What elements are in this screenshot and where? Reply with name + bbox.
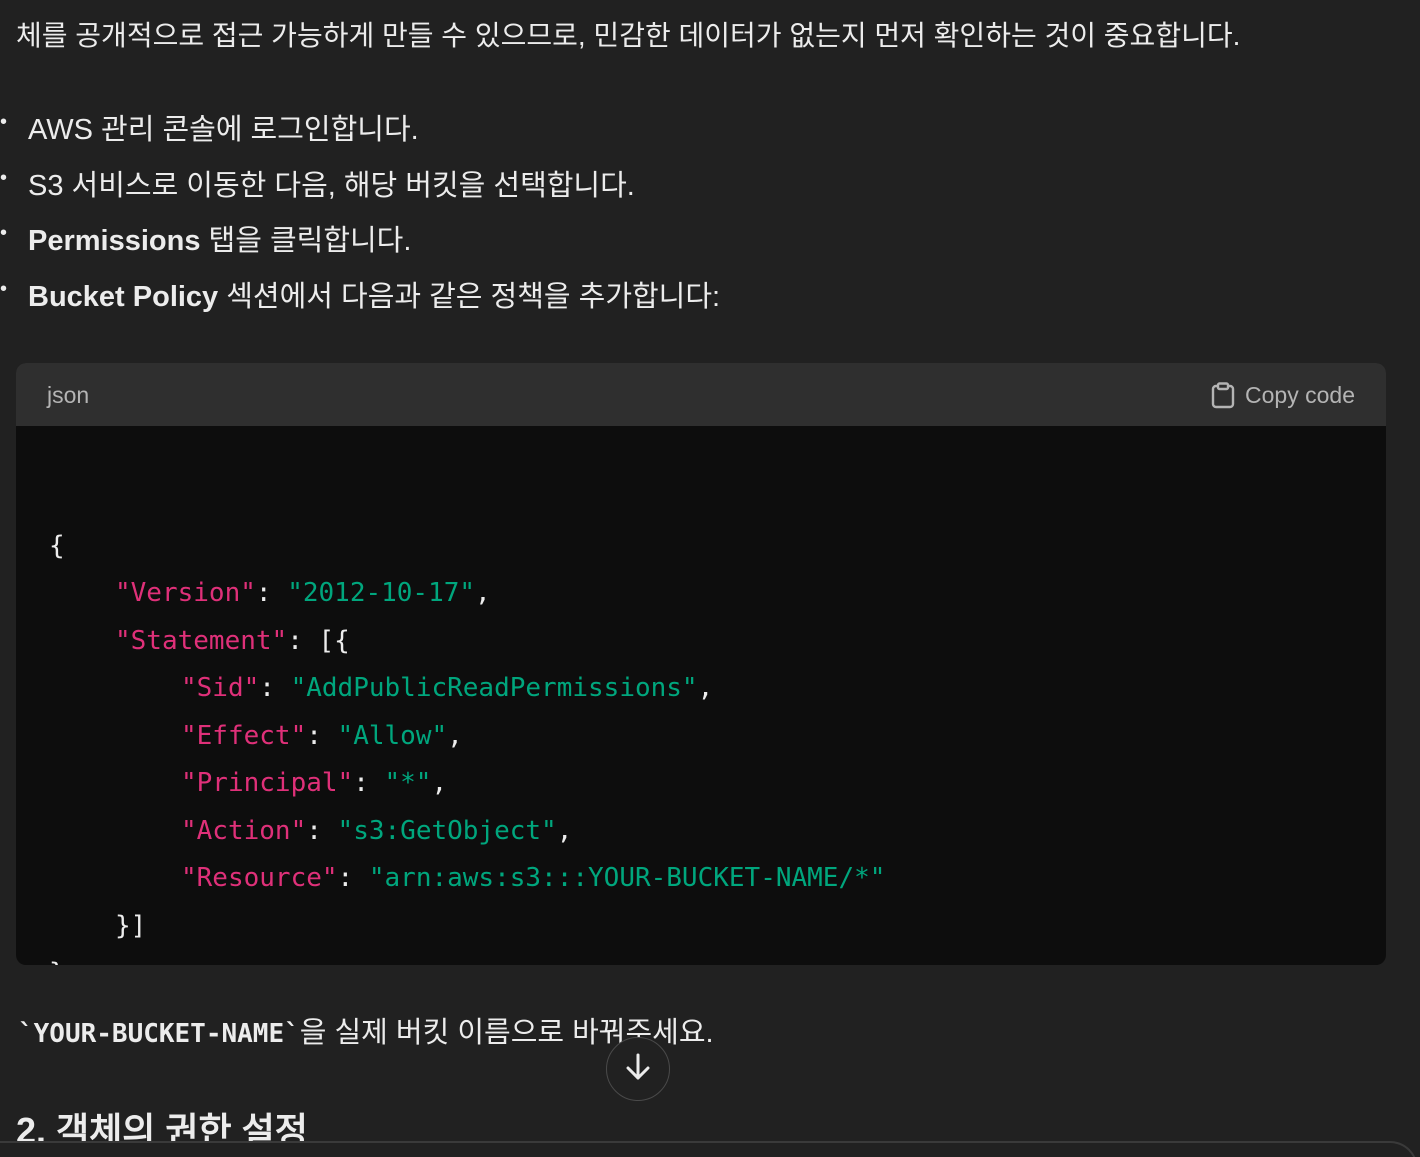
list-item: • Permissions 탭을 클릭합니다. (0, 215, 1400, 271)
code-token: }] (115, 911, 147, 941)
list-item: • S3 서비스로 이동한 다음, 해당 버킷을 선택합니다. (0, 160, 1400, 216)
code-token: : [{ (287, 626, 350, 656)
code-block: json Copy code { "Version": "2012-10-17"… (16, 363, 1386, 965)
code-line: "Version": "2012-10-17", (115, 578, 491, 608)
json-string: "arn:aws:s3:::YOUR-BUCKET-NAME/*" (368, 863, 886, 893)
json-key: "Sid" (181, 673, 260, 703)
arrow-down-icon (624, 1052, 652, 1087)
intro-paragraph: 체를 공개적으로 접근 가능하게 만들 수 있으므로, 민감한 데이터가 없는지… (16, 20, 1241, 51)
json-string: "s3:GetObject" (337, 816, 557, 846)
code-line: }] (115, 906, 146, 946)
json-key: "Statement" (115, 626, 288, 656)
code-line: "Effect": "Allow", (181, 721, 463, 751)
scroll-to-bottom-button[interactable] (606, 1037, 670, 1101)
inline-code: `YOUR-BUCKET-NAME` (18, 1019, 300, 1049)
code-line: "Statement": [{ (115, 621, 350, 661)
copy-code-button[interactable]: Copy code (1211, 363, 1355, 427)
step-text: S3 서비스로 이동한 다음, 해당 버킷을 선택합니다. (28, 169, 635, 202)
json-key: "Resource" (181, 863, 338, 893)
code-line: } (49, 953, 65, 965)
bullet-icon: • (0, 222, 8, 245)
step-bold: Bucket Policy (28, 281, 219, 314)
json-string: "*" (384, 768, 432, 798)
json-key: "Principal" (181, 768, 354, 798)
list-item: • Bucket Policy 섹션에서 다음과 같은 정책을 추가합니다: (0, 271, 1400, 327)
code-language-label: json (47, 382, 90, 408)
json-string: "AddPublicReadPermissions" (290, 673, 698, 703)
code-line: "Principal": "*", (181, 768, 448, 798)
step-text: 섹션에서 다음과 같은 정책을 추가합니다: (218, 281, 721, 314)
step-text: 탭을 클릭합니다. (200, 225, 412, 258)
code-line: "Sid": "AddPublicReadPermissions", (181, 673, 714, 703)
outro-paragraph: `YOUR-BUCKET-NAME`을 실제 버킷 이름으로 바꿔주세요. (18, 1010, 714, 1057)
code-line: "Resource": "arn:aws:s3:::YOUR-BUCKET-NA… (181, 863, 886, 893)
json-key: "Version" (115, 578, 256, 608)
code-line: { (49, 526, 65, 566)
clipboard-icon (1211, 381, 1235, 409)
copy-code-label: Copy code (1245, 381, 1355, 408)
step-bold: Permissions (28, 225, 201, 258)
code-token: } (49, 958, 65, 965)
code-header: json Copy code (16, 363, 1386, 426)
json-key: "Action" (181, 816, 307, 846)
json-string: "2012-10-17" (287, 578, 476, 608)
chat-page: 체를 공개적으로 접근 가능하게 만들 수 있으므로, 민감한 데이터가 없는지… (0, 0, 1420, 1157)
code-line: "Action": "s3:GetObject", (181, 816, 573, 846)
composer-edge (0, 1141, 1418, 1157)
bullet-icon: • (0, 111, 8, 133)
json-string: "Allow" (337, 721, 448, 751)
code-token: { (49, 531, 65, 561)
bullet-icon: • (0, 166, 8, 189)
step-text: AWS 관리 콘솔에 로그인합니다. (28, 114, 419, 146)
list-item: • AWS 관리 콘솔에 로그인합니다. (0, 104, 1400, 160)
steps-list: • AWS 관리 콘솔에 로그인합니다. • S3 서비스로 이동한 다음, 해… (0, 104, 1400, 327)
bullet-icon: • (0, 278, 8, 301)
json-key: "Effect" (181, 721, 307, 751)
